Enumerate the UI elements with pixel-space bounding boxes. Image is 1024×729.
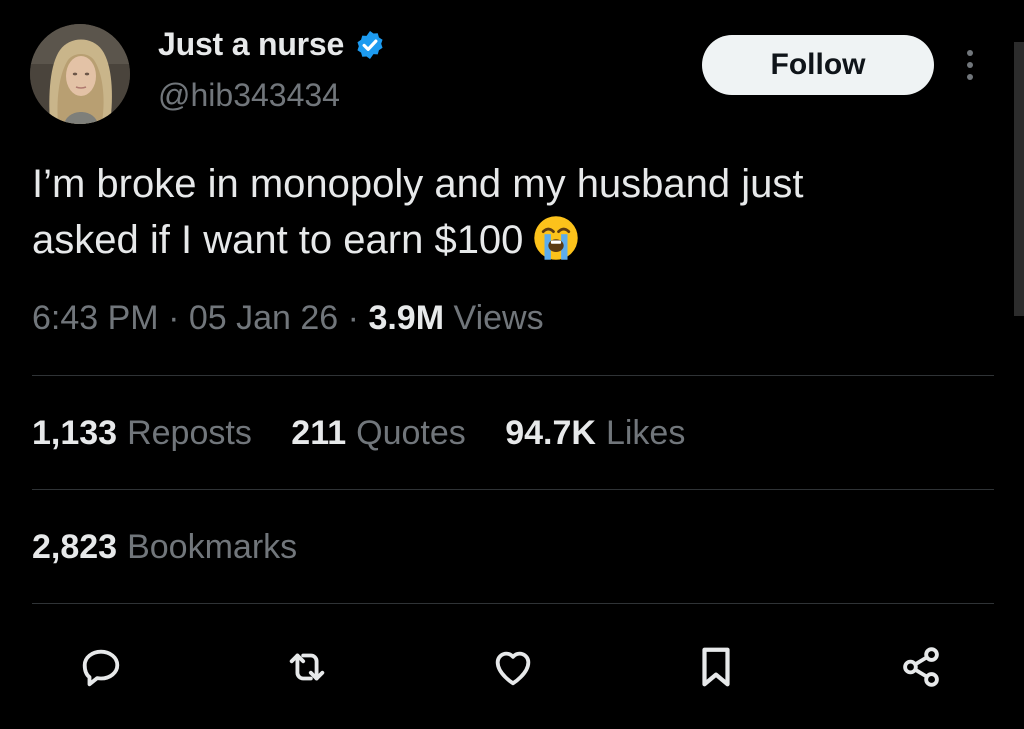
tweet-text-line: asked if I want to earn $100 [32,212,992,268]
quotes-stat[interactable]: 211 Quotes [291,414,465,453]
likes-label: Likes [605,414,686,452]
reposts-stat[interactable]: 1,133 Reposts [32,414,252,453]
repost-icon[interactable] [284,644,330,690]
meta-separator: · [168,299,180,337]
tweet-text-segment: asked if I want to earn $100 [32,218,524,262]
more-vertical-icon[interactable] [958,44,982,86]
engagement-stats: 1,133 Reposts 211 Quotes 94.7K Likes [32,414,715,453]
tweet-text: I’m broke in monopoly and my husband jus… [32,156,992,268]
quotes-label: Quotes [356,414,466,452]
reposts-count: 1,133 [32,414,118,452]
author-name-row[interactable]: Just a nurse [158,26,386,63]
tweet-text-line: I’m broke in monopoly and my husband jus… [32,162,804,206]
tweet-date[interactable]: 05 Jan 26 [189,299,338,337]
likes-stat[interactable]: 94.7K Likes [505,414,685,453]
follow-button[interactable]: Follow [702,35,934,95]
like-icon[interactable] [490,644,536,690]
bookmark-icon[interactable] [693,644,739,690]
meta-separator: · [347,299,359,337]
scrollbar[interactable] [1014,42,1024,316]
loudly-crying-face-icon [534,216,579,260]
likes-count: 94.7K [505,414,596,452]
bookmarks-stat[interactable]: 2,823 Bookmarks [32,528,297,567]
views-count: 3.9M [368,299,445,337]
share-icon[interactable] [898,644,944,690]
quotes-count: 211 [291,414,347,452]
display-name[interactable]: Just a nurse [158,26,344,63]
divider [32,375,994,376]
bookmarks-label: Bookmarks [127,528,298,566]
bookmarks-count: 2,823 [32,528,118,566]
views-label: Views [453,299,544,337]
reposts-label: Reposts [127,414,252,452]
divider [32,489,994,490]
verified-badge-icon [357,30,383,59]
divider [32,603,994,604]
tweet-detail: Just a nurse @hib343434 Follow I’m broke… [0,0,1024,729]
reply-icon[interactable] [78,644,124,690]
author-handle[interactable]: @hib343434 [158,77,340,114]
tweet-meta: 6:43 PM · 05 Jan 26 · 3.9M Views [32,299,544,338]
tweet-time[interactable]: 6:43 PM [32,299,159,337]
avatar[interactable] [30,24,130,124]
profile-photo-avatar [30,24,130,124]
